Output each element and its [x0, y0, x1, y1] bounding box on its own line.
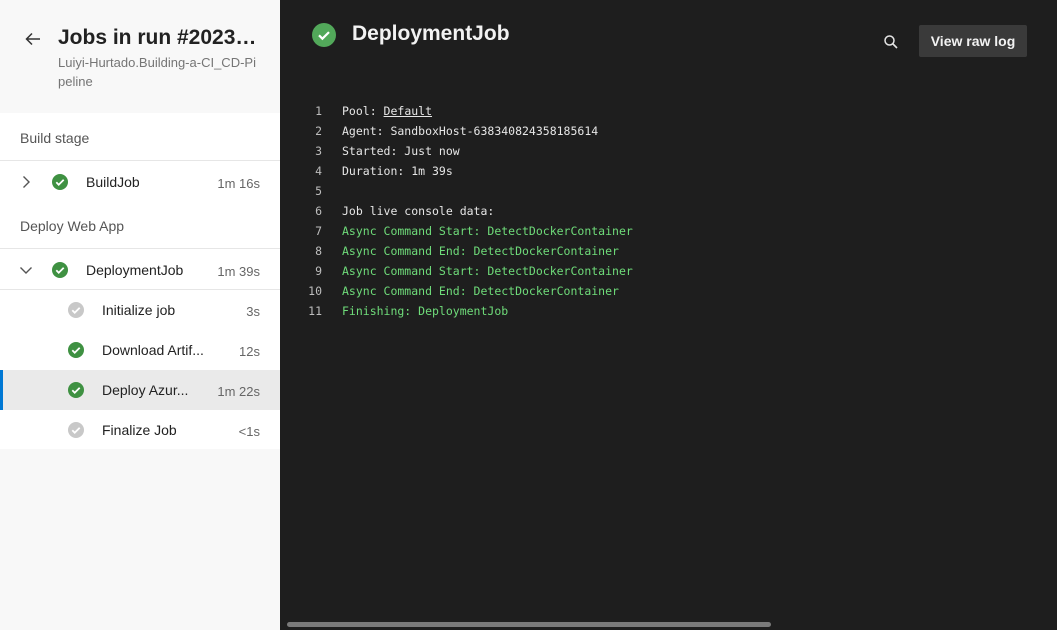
- selection-indicator: [0, 370, 3, 410]
- line-number: 4: [315, 164, 322, 178]
- jobs-header: Jobs in run #20231... Luiyi-Hurtado.Buil…: [0, 0, 280, 113]
- step-row-initialize-job[interactable]: Initialize job 3s: [0, 290, 280, 330]
- log-line: 3 Started: Just now: [280, 141, 1057, 161]
- pipeline-name: Luiyi-Hurtado.Building-a-CI_CD-Pipeline: [58, 55, 256, 89]
- check-circle-icon: [312, 23, 336, 47]
- divider: [0, 160, 280, 161]
- step-label: Finalize Job: [102, 422, 177, 438]
- log-text: Duration: 1m 39s: [342, 164, 453, 178]
- view-raw-log-button[interactable]: View raw log: [919, 25, 1027, 57]
- job-label: DeploymentJob: [86, 262, 184, 278]
- log-prefix: Pool:: [342, 104, 384, 118]
- check-circle-icon: [68, 342, 84, 358]
- line-number: 10: [308, 284, 322, 298]
- log-line: 9 Async Command Start: DetectDockerConta…: [280, 261, 1057, 281]
- jobs-panel: Jobs in run #20231... Luiyi-Hurtado.Buil…: [0, 0, 280, 630]
- check-circle-icon: [52, 262, 68, 278]
- job-duration: 1m 39s: [217, 264, 260, 279]
- log-output: 1 Pool: Default 2 Agent: SandboxHost-638…: [280, 101, 1057, 321]
- log-text: Started: Just now: [342, 144, 460, 158]
- log-panel: DeploymentJob View raw log 1 Pool: Defau…: [280, 0, 1057, 630]
- chevron-right-icon[interactable]: [18, 174, 34, 190]
- job-title: DeploymentJob: [352, 22, 510, 45]
- step-row-finalize-job[interactable]: Finalize Job <1s: [0, 410, 280, 450]
- log-text: Pool: Default: [342, 101, 432, 121]
- back-arrow-icon[interactable]: [22, 28, 44, 50]
- step-duration: 12s: [239, 344, 260, 359]
- log-line: 10 Async Command End: DetectDockerContai…: [280, 281, 1057, 301]
- stage-label-deploy: Deploy Web App: [20, 218, 125, 234]
- step-row-download-artifact[interactable]: Download Artif... 12s: [0, 330, 280, 370]
- line-number: 5: [315, 184, 322, 198]
- divider: [0, 248, 280, 249]
- line-number: 11: [308, 304, 322, 318]
- check-circle-icon: [52, 174, 68, 190]
- log-line: 8 Async Command End: DetectDockerContain…: [280, 241, 1057, 261]
- stage-label-build: Build stage: [20, 130, 90, 146]
- search-icon[interactable]: [882, 33, 900, 51]
- line-number: 6: [315, 204, 322, 218]
- log-text: Job live console data:: [342, 204, 495, 218]
- line-number: 3: [315, 144, 322, 158]
- log-text: Async Command End: DetectDockerContainer: [342, 244, 619, 258]
- step-duration: 1m 22s: [217, 384, 260, 399]
- line-number: 1: [315, 104, 322, 118]
- log-line: 11 Finishing: DeploymentJob: [280, 301, 1057, 321]
- log-text: Async Command End: DetectDockerContainer: [342, 284, 619, 298]
- page-title: Jobs in run #20231...: [58, 26, 258, 49]
- line-number: 2: [315, 124, 322, 138]
- step-row-deploy-azure[interactable]: Deploy Azur... 1m 22s: [0, 370, 280, 410]
- log-line: 6 Job live console data:: [280, 201, 1057, 221]
- line-number: 7: [315, 224, 322, 238]
- check-circle-icon: [68, 382, 84, 398]
- log-text: Async Command Start: DetectDockerContain…: [342, 264, 633, 278]
- log-text: Agent: SandboxHost-638340824358185614: [342, 124, 599, 138]
- step-duration: 3s: [246, 304, 260, 319]
- log-line: 7 Async Command Start: DetectDockerConta…: [280, 221, 1057, 241]
- step-duration: <1s: [238, 424, 260, 439]
- line-number: 8: [315, 244, 322, 258]
- log-text: Async Command Start: DetectDockerContain…: [342, 224, 633, 238]
- step-label: Download Artif...: [102, 342, 204, 358]
- chevron-down-icon[interactable]: [18, 262, 34, 278]
- step-label: Initialize job: [102, 302, 176, 318]
- job-row-buildjob[interactable]: BuildJob 1m 16s: [0, 162, 280, 202]
- job-duration: 1m 16s: [217, 176, 260, 191]
- pending-circle-icon: [68, 422, 84, 438]
- log-line: 2 Agent: SandboxHost-638340824358185614: [280, 121, 1057, 141]
- job-label: BuildJob: [86, 174, 140, 190]
- pending-circle-icon: [68, 302, 84, 318]
- log-line: 5: [280, 181, 1057, 201]
- job-row-deploymentjob[interactable]: DeploymentJob 1m 39s: [0, 250, 280, 290]
- horizontal-scrollbar[interactable]: [287, 622, 771, 627]
- step-label: Deploy Azur...: [102, 382, 189, 398]
- job-list: Build stage BuildJob 1m 16s Deploy Web A…: [0, 113, 280, 449]
- line-number: 9: [315, 264, 322, 278]
- log-text: Finishing: DeploymentJob: [342, 304, 509, 318]
- pool-link[interactable]: Default: [384, 104, 432, 118]
- log-line: 1 Pool: Default: [280, 101, 1057, 121]
- log-line: 4 Duration: 1m 39s: [280, 161, 1057, 181]
